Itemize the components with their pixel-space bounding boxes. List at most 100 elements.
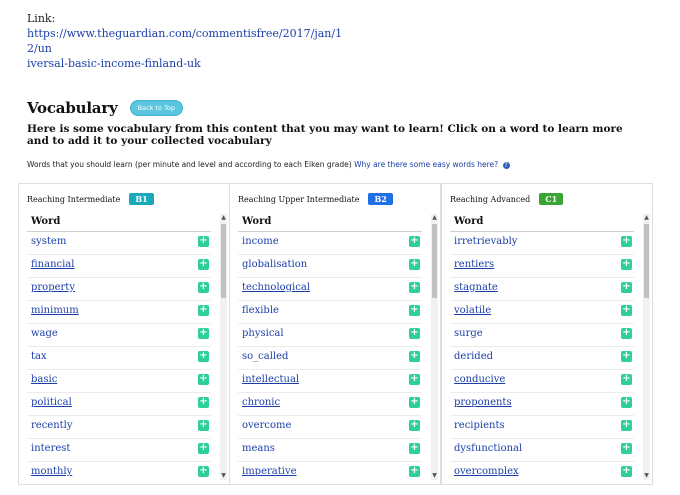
word-link[interactable]: derided xyxy=(454,351,493,362)
help-icon[interactable]: ? xyxy=(502,161,510,169)
word-link[interactable]: wage xyxy=(31,328,58,339)
word-link[interactable]: overcomplex xyxy=(454,466,519,477)
scroll-down-icon[interactable]: ▼ xyxy=(220,472,227,480)
add-word-icon[interactable]: + xyxy=(198,466,209,477)
scroll-up-icon[interactable]: ▲ xyxy=(431,214,438,222)
scroll-down-icon[interactable]: ▼ xyxy=(643,472,650,480)
scrollbar-thumb[interactable] xyxy=(644,224,649,298)
word-link[interactable]: financial xyxy=(31,259,74,270)
add-word-icon[interactable]: + xyxy=(198,443,209,454)
column-header: Reaching Intermediate B1 xyxy=(19,184,229,214)
add-word-icon[interactable]: + xyxy=(621,305,632,316)
add-word-icon[interactable]: + xyxy=(621,259,632,270)
add-word-icon[interactable]: + xyxy=(409,466,420,477)
add-word-icon[interactable]: + xyxy=(409,420,420,431)
add-word-icon[interactable]: + xyxy=(198,328,209,339)
source-link-block: Link: https://www.theguardian.com/commen… xyxy=(27,11,347,71)
word-link[interactable]: system xyxy=(31,236,66,247)
word-row: tax + xyxy=(27,347,211,370)
word-link[interactable]: physical xyxy=(242,328,284,339)
word-list-scrollbar[interactable]: ▲ ▼ xyxy=(643,214,650,480)
word-link[interactable]: monthly xyxy=(31,466,72,477)
add-word-icon[interactable]: + xyxy=(621,328,632,339)
word-link[interactable]: imperative xyxy=(242,466,297,477)
back-to-top-button[interactable]: Back to Top xyxy=(129,100,183,116)
add-word-icon[interactable]: + xyxy=(409,236,420,247)
add-word-icon[interactable]: + xyxy=(621,466,632,477)
add-word-icon[interactable]: + xyxy=(198,236,209,247)
word-link[interactable]: overcome xyxy=(242,420,291,431)
add-word-icon[interactable]: + xyxy=(409,351,420,362)
word-link[interactable]: income xyxy=(242,236,279,247)
scroll-up-icon[interactable]: ▲ xyxy=(220,214,227,222)
scroll-down-icon[interactable]: ▼ xyxy=(431,472,438,480)
word-row: physical + xyxy=(238,324,422,347)
add-word-icon[interactable]: + xyxy=(621,443,632,454)
word-link[interactable]: conducive xyxy=(454,374,505,385)
column-title: Reaching Upper Intermediate xyxy=(238,194,360,204)
word-row: income + xyxy=(238,232,422,255)
word-link[interactable]: property xyxy=(31,282,75,293)
add-word-icon[interactable]: + xyxy=(621,282,632,293)
word-link[interactable]: minimum xyxy=(31,305,79,316)
column-title: Reaching Advanced xyxy=(450,194,531,204)
word-column-header: Word xyxy=(450,213,634,232)
word-row: rentiers + xyxy=(450,255,634,278)
add-word-icon[interactable]: + xyxy=(409,443,420,454)
scroll-up-icon[interactable]: ▲ xyxy=(643,214,650,222)
word-list-scrollbar[interactable]: ▲ ▼ xyxy=(431,214,438,480)
add-word-icon[interactable]: + xyxy=(198,282,209,293)
add-word-icon[interactable]: + xyxy=(409,328,420,339)
word-list-scrollbar[interactable]: ▲ ▼ xyxy=(220,214,227,480)
word-link[interactable]: dysfunctional xyxy=(454,443,522,454)
word-link[interactable]: flexible xyxy=(242,305,279,316)
add-word-icon[interactable]: + xyxy=(621,397,632,408)
word-link[interactable]: irretrievably xyxy=(454,236,517,247)
word-link[interactable]: volatile xyxy=(454,305,491,316)
add-word-icon[interactable]: + xyxy=(198,374,209,385)
source-url-link[interactable]: https://www.theguardian.com/commentisfre… xyxy=(27,26,347,71)
word-row: globalisation + xyxy=(238,255,422,278)
scrollbar-thumb[interactable] xyxy=(221,224,226,298)
word-link[interactable]: rentiers xyxy=(454,259,494,270)
add-word-icon[interactable]: + xyxy=(409,374,420,385)
word-link[interactable]: basic xyxy=(31,374,57,385)
add-word-icon[interactable]: + xyxy=(621,420,632,431)
word-link[interactable]: intellectual xyxy=(242,374,299,385)
add-word-icon[interactable]: + xyxy=(198,397,209,408)
add-word-icon[interactable]: + xyxy=(198,420,209,431)
word-column-header: Word xyxy=(238,213,422,232)
add-word-icon[interactable]: + xyxy=(409,259,420,270)
word-list: Word system + financial + property + minimum + wa… xyxy=(27,213,229,484)
word-link[interactable]: political xyxy=(31,397,72,408)
word-link[interactable]: surge xyxy=(454,328,483,339)
word-row: dysfunctional + xyxy=(450,439,634,462)
add-word-icon[interactable]: + xyxy=(198,259,209,270)
add-word-icon[interactable]: + xyxy=(198,351,209,362)
word-link[interactable]: stagnate xyxy=(454,282,498,293)
word-link[interactable]: globalisation xyxy=(242,259,307,270)
word-row: overcome + xyxy=(238,416,422,439)
easy-words-help-link[interactable]: Why are there some easy words here? xyxy=(354,160,498,169)
word-link[interactable]: technological xyxy=(242,282,310,293)
add-word-icon[interactable]: + xyxy=(621,351,632,362)
word-link[interactable]: recently xyxy=(31,420,73,431)
word-link[interactable]: interest xyxy=(31,443,70,454)
word-link[interactable]: tax xyxy=(31,351,47,362)
word-column-header: Word xyxy=(27,213,211,232)
add-word-icon[interactable]: + xyxy=(409,397,420,408)
word-link[interactable]: proponents xyxy=(454,397,512,408)
vocabulary-subtext: Words that you should learn (per minute … xyxy=(27,160,510,169)
add-word-icon[interactable]: + xyxy=(621,236,632,247)
word-link[interactable]: recipients xyxy=(454,420,505,431)
word-link[interactable]: chronic xyxy=(242,397,280,408)
word-link[interactable]: means xyxy=(242,443,275,454)
add-word-icon[interactable]: + xyxy=(621,374,632,385)
word-row: intellectual + xyxy=(238,370,422,393)
add-word-icon[interactable]: + xyxy=(409,305,420,316)
add-word-icon[interactable]: + xyxy=(198,305,209,316)
word-link[interactable]: so_called xyxy=(242,351,288,362)
scrollbar-thumb[interactable] xyxy=(432,224,437,298)
add-word-icon[interactable]: + xyxy=(409,282,420,293)
word-list: Word income + globalisation + technological + f… xyxy=(238,213,440,484)
